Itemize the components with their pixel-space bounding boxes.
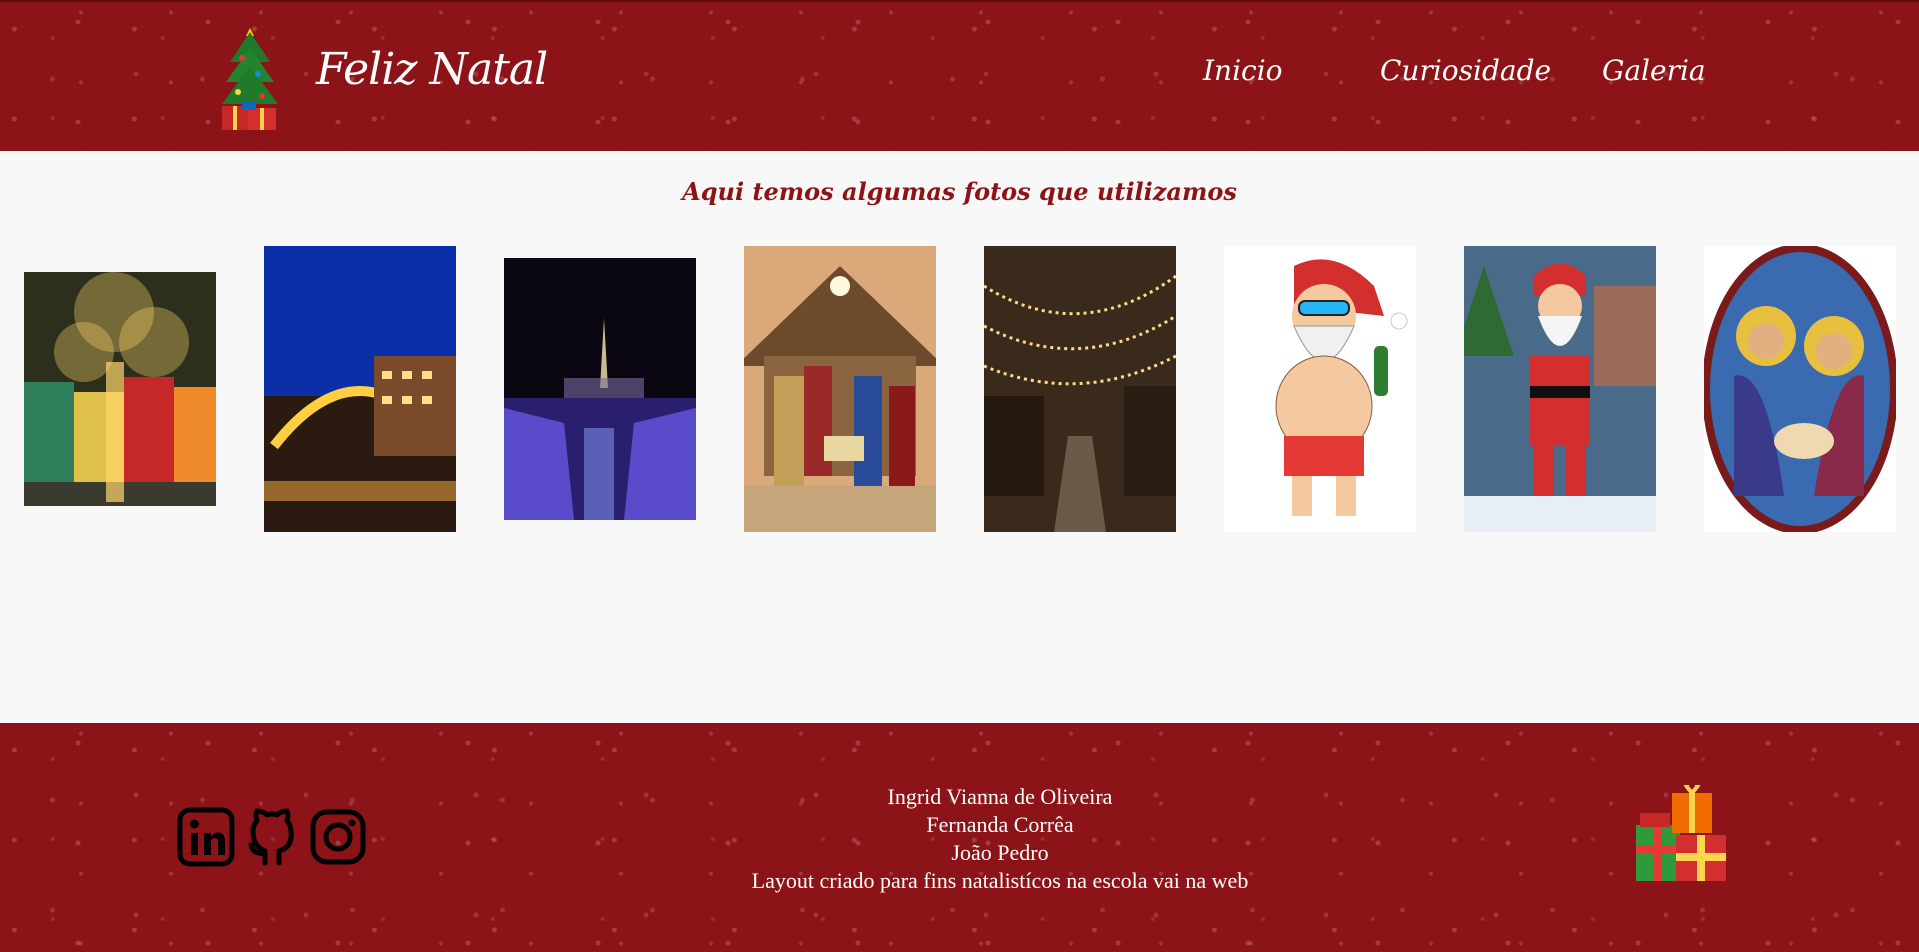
- gallery-photo-night-church[interactable]: [504, 258, 696, 520]
- gallery-photo-santa-gifts[interactable]: [1464, 246, 1656, 532]
- social-links: [177, 807, 367, 867]
- site-footer: Ingrid Vianna de Oliveira Fernanda Corrê…: [0, 723, 1919, 952]
- layout-note: Layout criado para fins natalistícos na …: [751, 868, 1249, 893]
- gift-boxes-icon: [1636, 785, 1726, 881]
- nav-link-inicio[interactable]: Inicio: [1203, 54, 1283, 87]
- site-header: Feliz Natal Inicio Curiosidade Galeria: [0, 0, 1919, 151]
- gallery-photo-beach-santa[interactable]: [1224, 246, 1416, 532]
- brand-title: Feliz Natal: [316, 44, 548, 95]
- gallery-photo-nativity[interactable]: [744, 246, 936, 532]
- credits-block: Ingrid Vianna de Oliveira Fernanda Corrê…: [600, 783, 1400, 895]
- instagram-icon[interactable]: [309, 807, 367, 867]
- gallery-section: Aqui temos algumas fotos que utilizamos: [0, 151, 1919, 723]
- gallery-photo-lit-houses[interactable]: [24, 272, 216, 506]
- gallery-photo-lit-arch[interactable]: [264, 246, 456, 532]
- gallery-title: Aqui temos algumas fotos que utilizamos: [682, 177, 1237, 206]
- gallery-photo-stained-glass[interactable]: [1704, 246, 1896, 532]
- linkedin-icon[interactable]: [177, 807, 235, 867]
- credit-line: Fernanda Corrêa: [926, 812, 1074, 837]
- credit-line: Ingrid Vianna de Oliveira: [887, 784, 1113, 809]
- github-icon[interactable]: [243, 807, 301, 867]
- nav-link-curiosidade[interactable]: Curiosidade: [1380, 54, 1551, 87]
- nav-link-galeria[interactable]: Galeria: [1602, 54, 1706, 87]
- credit-line: João Pedro: [951, 840, 1049, 865]
- gallery-photo-street-lights[interactable]: [984, 246, 1176, 532]
- christmas-tree-logo: [222, 28, 278, 130]
